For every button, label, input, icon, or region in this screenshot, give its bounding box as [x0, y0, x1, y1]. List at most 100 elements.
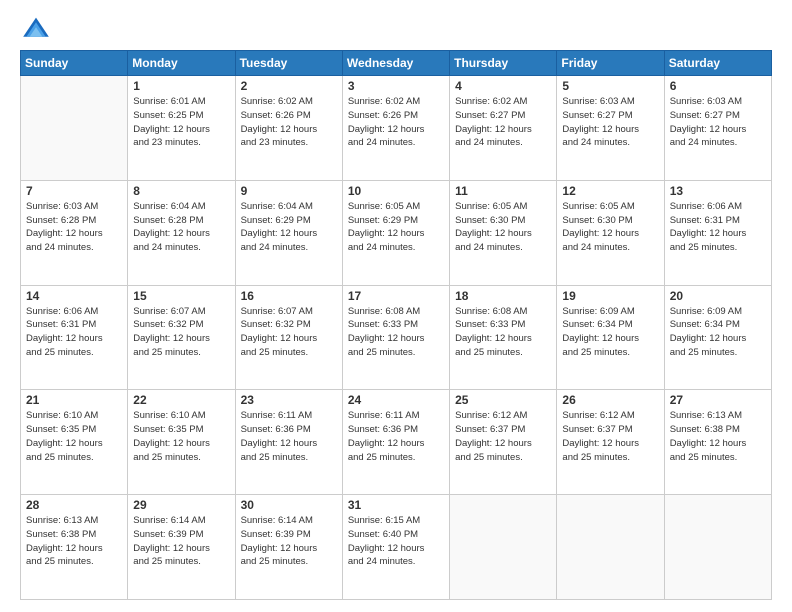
calendar-cell: 12 Sunrise: 6:05 AMSunset: 6:30 PMDayligh…	[557, 180, 664, 285]
calendar-cell: 20 Sunrise: 6:09 AMSunset: 6:34 PMDayligh…	[664, 285, 771, 390]
day-info: Sunrise: 6:06 AMSunset: 6:31 PMDaylight:…	[670, 200, 766, 255]
day-info: Sunrise: 6:04 AMSunset: 6:28 PMDaylight:…	[133, 200, 229, 255]
day-number: 15	[133, 289, 229, 303]
calendar-cell: 17 Sunrise: 6:08 AMSunset: 6:33 PMDayligh…	[342, 285, 449, 390]
day-number: 3	[348, 79, 444, 93]
weekday-header: Friday	[557, 51, 664, 76]
calendar-cell	[21, 76, 128, 181]
calendar-cell: 14 Sunrise: 6:06 AMSunset: 6:31 PMDayligh…	[21, 285, 128, 390]
page: SundayMondayTuesdayWednesdayThursdayFrid…	[0, 0, 792, 612]
day-number: 1	[133, 79, 229, 93]
day-number: 27	[670, 393, 766, 407]
day-number: 12	[562, 184, 658, 198]
calendar-cell: 19 Sunrise: 6:09 AMSunset: 6:34 PMDayligh…	[557, 285, 664, 390]
calendar-cell: 13 Sunrise: 6:06 AMSunset: 6:31 PMDayligh…	[664, 180, 771, 285]
day-number: 29	[133, 498, 229, 512]
day-info: Sunrise: 6:10 AMSunset: 6:35 PMDaylight:…	[133, 409, 229, 464]
calendar-cell: 29 Sunrise: 6:14 AMSunset: 6:39 PMDayligh…	[128, 495, 235, 600]
day-number: 24	[348, 393, 444, 407]
weekday-header: Wednesday	[342, 51, 449, 76]
day-number: 19	[562, 289, 658, 303]
day-number: 17	[348, 289, 444, 303]
day-info: Sunrise: 6:08 AMSunset: 6:33 PMDaylight:…	[455, 305, 551, 360]
day-number: 6	[670, 79, 766, 93]
calendar-cell: 30 Sunrise: 6:14 AMSunset: 6:39 PMDayligh…	[235, 495, 342, 600]
day-info: Sunrise: 6:06 AMSunset: 6:31 PMDaylight:…	[26, 305, 122, 360]
day-number: 14	[26, 289, 122, 303]
calendar-cell: 6 Sunrise: 6:03 AMSunset: 6:27 PMDaylight…	[664, 76, 771, 181]
calendar-cell: 1Sunrise: 6:01 AMSunset: 6:25 PMDaylight…	[128, 76, 235, 181]
calendar-cell: 24 Sunrise: 6:11 AMSunset: 6:36 PMDayligh…	[342, 390, 449, 495]
calendar-table: SundayMondayTuesdayWednesdayThursdayFrid…	[20, 50, 772, 600]
day-number: 10	[348, 184, 444, 198]
day-info: Sunrise: 6:02 AMSunset: 6:27 PMDaylight:…	[455, 95, 551, 150]
day-number: 30	[241, 498, 337, 512]
day-info: Sunrise: 6:12 AMSunset: 6:37 PMDaylight:…	[562, 409, 658, 464]
calendar-cell: 27 Sunrise: 6:13 AMSunset: 6:38 PMDayligh…	[664, 390, 771, 495]
day-info: Sunrise: 6:07 AMSunset: 6:32 PMDaylight:…	[241, 305, 337, 360]
day-number: 31	[348, 498, 444, 512]
weekday-header: Thursday	[450, 51, 557, 76]
calendar-cell: 8 Sunrise: 6:04 AMSunset: 6:28 PMDaylight…	[128, 180, 235, 285]
weekday-header: Monday	[128, 51, 235, 76]
weekday-header: Saturday	[664, 51, 771, 76]
calendar-cell	[557, 495, 664, 600]
day-number: 5	[562, 79, 658, 93]
calendar-cell: 3 Sunrise: 6:02 AMSunset: 6:26 PMDaylight…	[342, 76, 449, 181]
day-number: 23	[241, 393, 337, 407]
day-info: Sunrise: 6:05 AMSunset: 6:30 PMDaylight:…	[562, 200, 658, 255]
logo-icon	[20, 16, 52, 40]
calendar-cell	[664, 495, 771, 600]
day-number: 28	[26, 498, 122, 512]
day-info: Sunrise: 6:08 AMSunset: 6:33 PMDaylight:…	[348, 305, 444, 360]
calendar-cell: 10 Sunrise: 6:05 AMSunset: 6:29 PMDayligh…	[342, 180, 449, 285]
day-info: Sunrise: 6:14 AMSunset: 6:39 PMDaylight:…	[241, 514, 337, 569]
calendar-cell: 4Sunrise: 6:02 AMSunset: 6:27 PMDaylight…	[450, 76, 557, 181]
calendar-cell: 2Sunrise: 6:02 AMSunset: 6:26 PMDaylight…	[235, 76, 342, 181]
weekday-header: Sunday	[21, 51, 128, 76]
calendar-cell: 25 Sunrise: 6:12 AMSunset: 6:37 PMDayligh…	[450, 390, 557, 495]
day-number: 18	[455, 289, 551, 303]
day-info: Sunrise: 6:15 AMSunset: 6:40 PMDaylight:…	[348, 514, 444, 569]
calendar-cell: 31 Sunrise: 6:15 AMSunset: 6:40 PMDayligh…	[342, 495, 449, 600]
day-info: Sunrise: 6:03 AMSunset: 6:27 PMDaylight:…	[670, 95, 766, 150]
day-info: Sunrise: 6:09 AMSunset: 6:34 PMDaylight:…	[670, 305, 766, 360]
day-info: Sunrise: 6:05 AMSunset: 6:30 PMDaylight:…	[455, 200, 551, 255]
day-number: 25	[455, 393, 551, 407]
calendar-cell	[450, 495, 557, 600]
weekday-header: Tuesday	[235, 51, 342, 76]
calendar-cell: 9Sunrise: 6:04 AMSunset: 6:29 PMDaylight…	[235, 180, 342, 285]
day-number: 13	[670, 184, 766, 198]
day-number: 8	[133, 184, 229, 198]
day-info: Sunrise: 6:10 AMSunset: 6:35 PMDaylight:…	[26, 409, 122, 464]
day-info: Sunrise: 6:11 AMSunset: 6:36 PMDaylight:…	[348, 409, 444, 464]
logo	[20, 16, 58, 40]
calendar-cell: 5Sunrise: 6:03 AMSunset: 6:27 PMDaylight…	[557, 76, 664, 181]
day-info: Sunrise: 6:02 AMSunset: 6:26 PMDaylight:…	[241, 95, 337, 150]
day-info: Sunrise: 6:05 AMSunset: 6:29 PMDaylight:…	[348, 200, 444, 255]
header	[20, 16, 772, 40]
day-info: Sunrise: 6:13 AMSunset: 6:38 PMDaylight:…	[670, 409, 766, 464]
day-info: Sunrise: 6:13 AMSunset: 6:38 PMDaylight:…	[26, 514, 122, 569]
calendar-cell: 11Sunrise: 6:05 AMSunset: 6:30 PMDayligh…	[450, 180, 557, 285]
calendar-cell: 23 Sunrise: 6:11 AMSunset: 6:36 PMDayligh…	[235, 390, 342, 495]
day-info: Sunrise: 6:14 AMSunset: 6:39 PMDaylight:…	[133, 514, 229, 569]
day-number: 7	[26, 184, 122, 198]
day-info: Sunrise: 6:09 AMSunset: 6:34 PMDaylight:…	[562, 305, 658, 360]
day-number: 26	[562, 393, 658, 407]
calendar-cell: 18 Sunrise: 6:08 AMSunset: 6:33 PMDayligh…	[450, 285, 557, 390]
calendar-cell: 7 Sunrise: 6:03 AMSunset: 6:28 PMDaylight…	[21, 180, 128, 285]
calendar-cell: 16 Sunrise: 6:07 AMSunset: 6:32 PMDayligh…	[235, 285, 342, 390]
day-number: 16	[241, 289, 337, 303]
day-number: 21	[26, 393, 122, 407]
day-info: Sunrise: 6:07 AMSunset: 6:32 PMDaylight:…	[133, 305, 229, 360]
day-info: Sunrise: 6:02 AMSunset: 6:26 PMDaylight:…	[348, 95, 444, 150]
day-number: 20	[670, 289, 766, 303]
calendar-cell: 15 Sunrise: 6:07 AMSunset: 6:32 PMDayligh…	[128, 285, 235, 390]
day-number: 9	[241, 184, 337, 198]
day-info: Sunrise: 6:11 AMSunset: 6:36 PMDaylight:…	[241, 409, 337, 464]
day-info: Sunrise: 6:12 AMSunset: 6:37 PMDaylight:…	[455, 409, 551, 464]
calendar-cell: 22Sunrise: 6:10 AMSunset: 6:35 PMDayligh…	[128, 390, 235, 495]
day-info: Sunrise: 6:03 AMSunset: 6:28 PMDaylight:…	[26, 200, 122, 255]
calendar-cell: 28 Sunrise: 6:13 AMSunset: 6:38 PMDayligh…	[21, 495, 128, 600]
